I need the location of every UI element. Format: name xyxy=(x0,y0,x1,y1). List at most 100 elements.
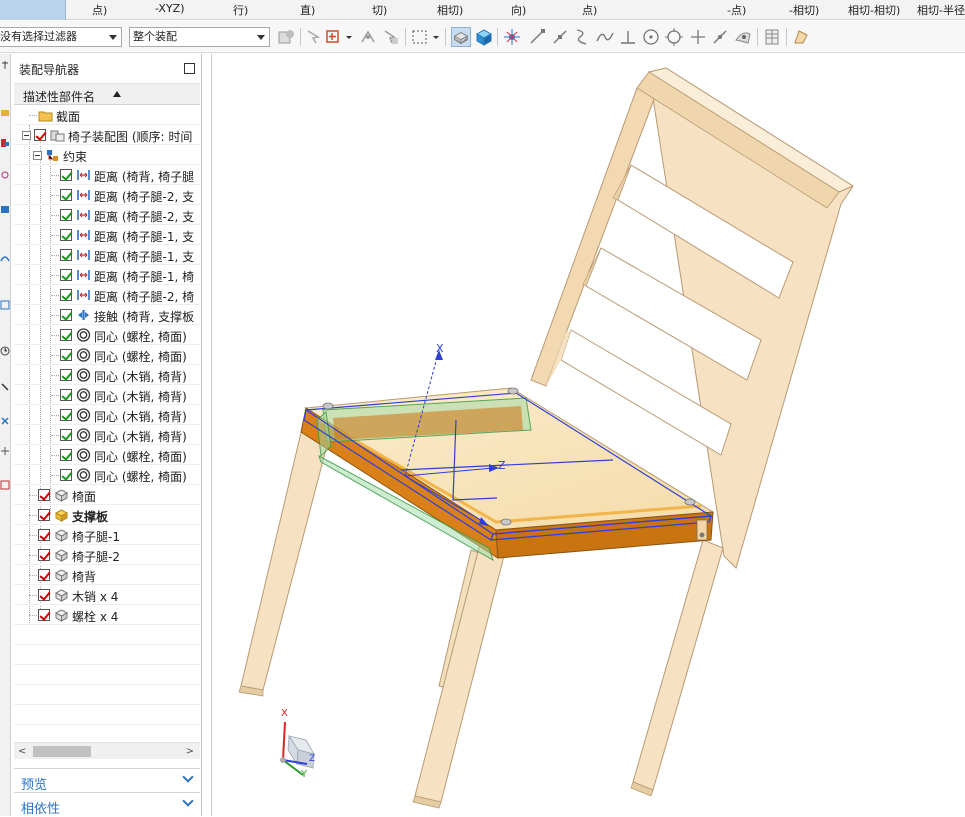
rectangle-select-icon[interactable] xyxy=(410,27,430,47)
tree-row[interactable]: 椅子装配图 (顺序: 时间 xyxy=(14,125,200,145)
tree-row[interactable]: 同心 (螺栓, 椅面) xyxy=(14,445,200,465)
perpendicular-icon[interactable] xyxy=(618,27,638,47)
snap-label[interactable]: -点) xyxy=(727,2,746,18)
tree-row[interactable]: 椅背 xyxy=(14,565,200,585)
constraint-checkbox[interactable] xyxy=(60,249,72,261)
preview-panel[interactable]: 预览 xyxy=(14,768,200,793)
part-navigator-icon[interactable] xyxy=(0,108,10,118)
reuse-library-icon[interactable] xyxy=(0,204,10,214)
select-arrow-icon[interactable] xyxy=(304,27,324,47)
tree-row[interactable]: 截面 xyxy=(14,105,200,125)
web-browser-icon[interactable] xyxy=(0,252,10,262)
tree-row[interactable]: 距离 (椅背, 椅子腿 xyxy=(14,165,200,185)
constraint-checkbox[interactable] xyxy=(60,469,72,481)
filter-settings-icon[interactable] xyxy=(276,27,296,47)
tree-row[interactable]: 距离 (椅子腿-2, 支 xyxy=(14,205,200,225)
type-filter-dropdown[interactable]: 没有选择过滤器 xyxy=(0,27,122,47)
constraint-navigator-icon[interactable] xyxy=(0,170,10,180)
constraint-checkbox[interactable] xyxy=(60,389,72,401)
constraint-checkbox[interactable] xyxy=(60,229,72,241)
visibility-checkbox[interactable] xyxy=(38,609,50,621)
snap-label[interactable]: -XYZ) xyxy=(155,2,185,15)
snap-label[interactable]: 相切-相切) xyxy=(848,2,900,18)
tree-row[interactable]: 接触 (椅背, 支撑板 xyxy=(14,305,200,325)
front-leg-left[interactable] xyxy=(238,419,332,697)
graphics-window[interactable]: X Z X Y Z xyxy=(211,54,965,816)
maximize-icon[interactable] xyxy=(184,63,195,74)
point-on-surface-icon[interactable] xyxy=(733,27,753,47)
history-icon[interactable] xyxy=(0,300,10,310)
endpoint-icon[interactable] xyxy=(527,27,547,47)
scrollbar-thumb[interactable] xyxy=(33,746,91,757)
tree-row[interactable]: 距离 (椅子腿-1, 支 xyxy=(14,225,200,245)
dependencies-panel[interactable]: 相依性 xyxy=(14,792,200,817)
visibility-checkbox[interactable] xyxy=(38,509,50,521)
snap-label[interactable]: 点) xyxy=(92,2,107,18)
tree-row[interactable]: 同心 (木销, 椅背) xyxy=(14,385,200,405)
visibility-checkbox[interactable] xyxy=(38,589,50,601)
tree-row[interactable]: 椅面 xyxy=(14,485,200,505)
tree-row[interactable]: 距离 (椅子腿-1, 椅 xyxy=(14,265,200,285)
tree-row[interactable]: 同心 (螺栓, 椅面) xyxy=(14,325,200,345)
process-studio-icon[interactable] xyxy=(0,382,10,392)
chair-assembly-model[interactable] xyxy=(212,54,965,816)
snap-label[interactable]: 点) xyxy=(582,2,597,18)
deselect-icon[interactable] xyxy=(381,27,401,47)
snap-label[interactable]: 相切) xyxy=(437,2,463,18)
constraint-checkbox[interactable] xyxy=(60,409,72,421)
visibility-checkbox[interactable] xyxy=(38,549,50,561)
tree-row[interactable]: 同心 (木销, 椅背) xyxy=(14,405,200,425)
snap-label[interactable]: 相切-半径 xyxy=(917,2,965,18)
snap-label[interactable]: 行) xyxy=(233,2,248,18)
tree-row[interactable]: 距离 (椅子腿-1, 支 xyxy=(14,245,200,265)
system-scenes-icon[interactable] xyxy=(0,446,10,456)
horizontal-scrollbar[interactable]: < > xyxy=(14,742,200,759)
rear-leg-right[interactable] xyxy=(630,539,724,797)
front-leg-right[interactable] xyxy=(412,539,507,809)
constraint-checkbox[interactable] xyxy=(60,269,72,281)
constraint-checkbox[interactable] xyxy=(60,309,72,321)
quadrant-point-icon[interactable] xyxy=(664,27,684,47)
snap-label[interactable]: 切) xyxy=(372,2,387,18)
constraint-checkbox[interactable] xyxy=(60,169,72,181)
constraint-checkbox[interactable] xyxy=(60,289,72,301)
assembly-navigator-icon[interactable] xyxy=(0,138,10,148)
tree-row[interactable]: 同心 (螺栓, 椅面) xyxy=(14,465,200,485)
collapse-icon[interactable] xyxy=(22,131,31,140)
table-icon[interactable] xyxy=(762,27,782,47)
constraint-checkbox[interactable] xyxy=(60,449,72,461)
tree-row[interactable]: 同心 (螺栓, 椅面) xyxy=(14,345,200,365)
sort-ascending-icon[interactable] xyxy=(113,91,121,97)
add-select-icon[interactable] xyxy=(324,27,344,47)
snap-all-icon[interactable] xyxy=(502,27,522,47)
chevron-down-icon[interactable] xyxy=(344,27,354,47)
constraint-checkbox[interactable] xyxy=(60,189,72,201)
clock-icon[interactable] xyxy=(0,346,10,356)
chevron-down-icon[interactable] xyxy=(182,771,194,783)
constraint-checkbox[interactable] xyxy=(60,209,72,221)
constraint-checkbox[interactable] xyxy=(60,369,72,381)
roles-icon[interactable] xyxy=(0,416,10,426)
collapse-icon[interactable] xyxy=(33,151,42,160)
visibility-checkbox[interactable] xyxy=(38,489,50,501)
tree-row[interactable]: 距离 (椅子腿-2, 支 xyxy=(14,185,200,205)
pin-icon[interactable] xyxy=(0,60,10,70)
tree-row[interactable]: 椅子腿-2 xyxy=(14,545,200,565)
select-body-icon[interactable] xyxy=(451,27,471,47)
palette-icon[interactable] xyxy=(0,480,10,490)
constraint-checkbox[interactable] xyxy=(60,429,72,441)
visibility-checkbox[interactable] xyxy=(38,529,50,541)
snap-label[interactable]: 向) xyxy=(511,2,526,18)
ribbon-tab-highlight[interactable] xyxy=(0,0,66,20)
snap-icon[interactable] xyxy=(358,27,378,47)
intersection-icon[interactable] xyxy=(595,27,615,47)
snap-label[interactable]: 直) xyxy=(300,2,315,18)
work-plane-icon[interactable] xyxy=(791,27,811,47)
tree-row[interactable]: 距离 (椅子腿-2, 椅 xyxy=(14,285,200,305)
visibility-checkbox[interactable] xyxy=(34,129,46,141)
scroll-right-icon[interactable]: > xyxy=(186,746,194,757)
tree-row[interactable]: 约束 xyxy=(14,145,200,165)
chevron-down-icon[interactable] xyxy=(431,27,441,47)
tree-row[interactable]: 椅子腿-1 xyxy=(14,525,200,545)
selection-scope-dropdown[interactable]: 整个装配 xyxy=(129,27,270,47)
